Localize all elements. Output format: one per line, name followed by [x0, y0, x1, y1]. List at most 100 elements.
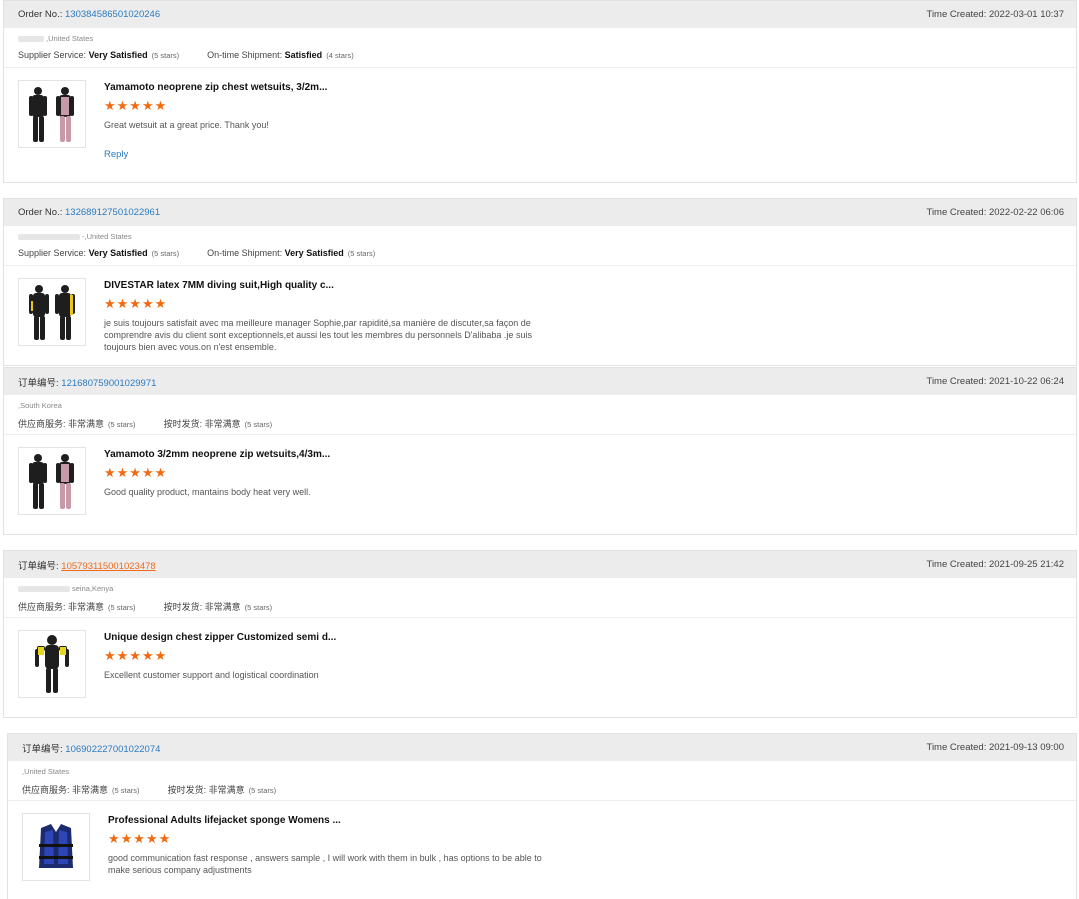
- time-value: 2022-02-22 06:06: [988, 207, 1064, 218]
- supplier-value: Very Satisfied: [88, 248, 148, 258]
- redacted-name: [18, 234, 80, 241]
- wetsuit-image: [35, 635, 69, 693]
- product-title-link[interactable]: Unique design chest zipper Customized se…: [104, 632, 336, 643]
- product-review: Yamamoto 3/2mm neoprene zip wetsuits,4/3…: [4, 435, 1076, 515]
- reply-link[interactable]: Reply: [104, 149, 327, 160]
- review-comment: Excellent customer support and logistica…: [104, 670, 319, 680]
- supplier-value: 非常满意: [68, 602, 105, 612]
- shipment-label: On-time Shipment:: [207, 248, 283, 258]
- product-title-link[interactable]: Yamamoto 3/2mm neoprene zip wetsuits,4/3…: [104, 449, 330, 460]
- supplier-value: 非常满意: [72, 785, 109, 795]
- product-title-link[interactable]: DIVESTAR latex 7MM diving suit,High qual…: [104, 280, 554, 291]
- supplier-service-rating: 供应商服务: 非常满意 (5 stars): [18, 417, 136, 430]
- wetsuit-image: [29, 454, 74, 509]
- time-label: Time Created:: [926, 742, 987, 753]
- location-text: ,United States: [46, 34, 94, 43]
- product-thumbnail[interactable]: [18, 447, 86, 515]
- order-label: Order No.:: [18, 9, 63, 20]
- star-rating: ★★★★★: [104, 465, 168, 480]
- wetsuit-image: [29, 87, 74, 142]
- supplier-service-rating: 供应商服务: 非常满意 (5 stars): [22, 783, 140, 796]
- shipment-label: 按时发货:: [163, 419, 203, 429]
- review-header: Order No.: 132689127501022961 Time Creat…: [4, 199, 1076, 226]
- buyer-location: ,United States: [22, 767, 1062, 777]
- review-comment: Good quality product, mantains body heat…: [104, 487, 311, 497]
- product-info: Professional Adults lifejacket sponge Wo…: [108, 813, 558, 881]
- supplier-stars-text: (5 stars): [151, 51, 180, 60]
- shipment-value: Very Satisfied: [284, 248, 344, 258]
- product-thumbnail[interactable]: [22, 813, 90, 881]
- star-rating: ★★★★★: [104, 98, 168, 113]
- shipment-rating: On-time Shipment: Satisfied (4 stars): [207, 50, 354, 60]
- order-number-link[interactable]: 121680759001029971: [61, 378, 156, 389]
- review-card: Order No.: 132689127501022961 Time Creat…: [3, 198, 1077, 366]
- diving-suit-image: [29, 285, 75, 340]
- lifejacket-image: [39, 824, 73, 868]
- review-card: 订单编号: 106902227001022074 Time Created: 2…: [7, 733, 1077, 899]
- star-rating: ★★★★★: [108, 831, 172, 846]
- review-header: 订单编号: 105793115001023478 Time Created: 2…: [4, 551, 1076, 578]
- service-ratings: Supplier Service: Very Satisfied (5 stars…: [18, 50, 1062, 60]
- supplier-service-rating: Supplier Service: Very Satisfied (5 stars…: [18, 50, 179, 60]
- star-rating: ★★★★★: [104, 296, 168, 311]
- review-card: 订单编号: 121680759001029971 Time Created: 2…: [3, 367, 1077, 535]
- buyer-location: seina,Kenya: [18, 584, 1062, 594]
- product-info: Unique design chest zipper Customized se…: [104, 630, 336, 698]
- shipment-stars-text: (5 stars): [244, 420, 273, 429]
- review-meta: ,United States 供应商服务: 非常满意 (5 stars) 按时发货…: [8, 761, 1076, 801]
- product-thumbnail[interactable]: [18, 278, 86, 346]
- buyer-location: -,United States: [18, 232, 1062, 242]
- order-number-link[interactable]: 130384586501020246: [65, 9, 160, 20]
- product-review: DIVESTAR latex 7MM diving suit,High qual…: [4, 266, 1076, 353]
- order-label: 订单编号:: [18, 377, 59, 389]
- product-review: Professional Adults lifejacket sponge Wo…: [8, 801, 1076, 881]
- review-header: 订单编号: 121680759001029971 Time Created: 2…: [4, 368, 1076, 395]
- review-comment: je suis toujours satisfait avec ma meill…: [104, 318, 532, 352]
- review-meta: seina,Kenya 供应商服务: 非常满意 (5 stars) 按时发货: 非…: [4, 578, 1076, 618]
- supplier-label: 供应商服务:: [18, 419, 66, 429]
- review-card: Order No.: 130384586501020246 Time Creat…: [3, 0, 1077, 183]
- service-ratings: 供应商服务: 非常满意 (5 stars) 按时发货: 非常满意 (5 stars): [22, 783, 1062, 796]
- shipment-rating: 按时发货: 非常满意 (5 stars): [164, 417, 273, 430]
- shipment-stars-text: (4 stars): [326, 51, 354, 60]
- service-ratings: 供应商服务: 非常满意 (5 stars) 按时发货: 非常满意 (5 stars): [18, 600, 1062, 613]
- supplier-service-rating: Supplier Service: Very Satisfied (5 stars…: [18, 248, 179, 258]
- product-thumbnail[interactable]: [18, 80, 86, 148]
- time-created: Time Created: 2021-09-25 21:42: [927, 559, 1065, 570]
- order-number-link[interactable]: 106902227001022074: [65, 744, 160, 755]
- review-meta: ,South Korea 供应商服务: 非常满意 (5 stars) 按时发货: …: [4, 395, 1076, 435]
- time-label: Time Created:: [926, 559, 987, 570]
- order-number-line: Order No.: 132689127501022961: [18, 207, 160, 218]
- time-created: Time Created: 2021-09-13 09:00: [927, 742, 1065, 753]
- shipment-label: On-time Shipment:: [207, 50, 283, 60]
- product-info: Yamamoto neoprene zip chest wetsuits, 3/…: [104, 80, 327, 160]
- location-text: -,United States: [82, 232, 132, 241]
- order-number-link[interactable]: 105793115001023478: [61, 561, 155, 572]
- supplier-label: Supplier Service:: [18, 248, 87, 258]
- time-created: Time Created: 2021-10-22 06:24: [927, 376, 1065, 387]
- shipment-label: 按时发货:: [163, 602, 203, 612]
- review-meta: ,United States Supplier Service: Very Sa…: [4, 28, 1076, 68]
- shipment-rating: On-time Shipment: Very Satisfied (5 stars…: [207, 248, 375, 258]
- location-text: ,South Korea: [18, 401, 62, 410]
- buyer-location: ,United States: [18, 34, 1062, 44]
- time-label: Time Created:: [926, 376, 987, 387]
- supplier-value: 非常满意: [68, 419, 105, 429]
- shipment-rating: 按时发货: 非常满意 (5 stars): [168, 783, 277, 796]
- star-rating: ★★★★★: [104, 648, 168, 663]
- review-header: 订单编号: 106902227001022074 Time Created: 2…: [8, 734, 1076, 761]
- order-label: 订单编号:: [22, 743, 63, 755]
- supplier-stars-text: (5 stars): [151, 249, 180, 258]
- review-header: Order No.: 130384586501020246 Time Creat…: [4, 1, 1076, 28]
- product-thumbnail[interactable]: [18, 630, 86, 698]
- shipment-label: 按时发货:: [167, 785, 207, 795]
- shipment-value: 非常满意: [208, 785, 245, 795]
- order-label: 订单编号:: [18, 560, 59, 572]
- order-number-link[interactable]: 132689127501022961: [65, 207, 160, 218]
- product-title-link[interactable]: Yamamoto neoprene zip chest wetsuits, 3/…: [104, 82, 327, 93]
- product-info: Yamamoto 3/2mm neoprene zip wetsuits,4/3…: [104, 447, 330, 515]
- product-review: Unique design chest zipper Customized se…: [4, 618, 1076, 698]
- product-title-link[interactable]: Professional Adults lifejacket sponge Wo…: [108, 815, 558, 826]
- supplier-label: Supplier Service:: [18, 50, 87, 60]
- supplier-service-rating: 供应商服务: 非常满意 (5 stars): [18, 600, 136, 613]
